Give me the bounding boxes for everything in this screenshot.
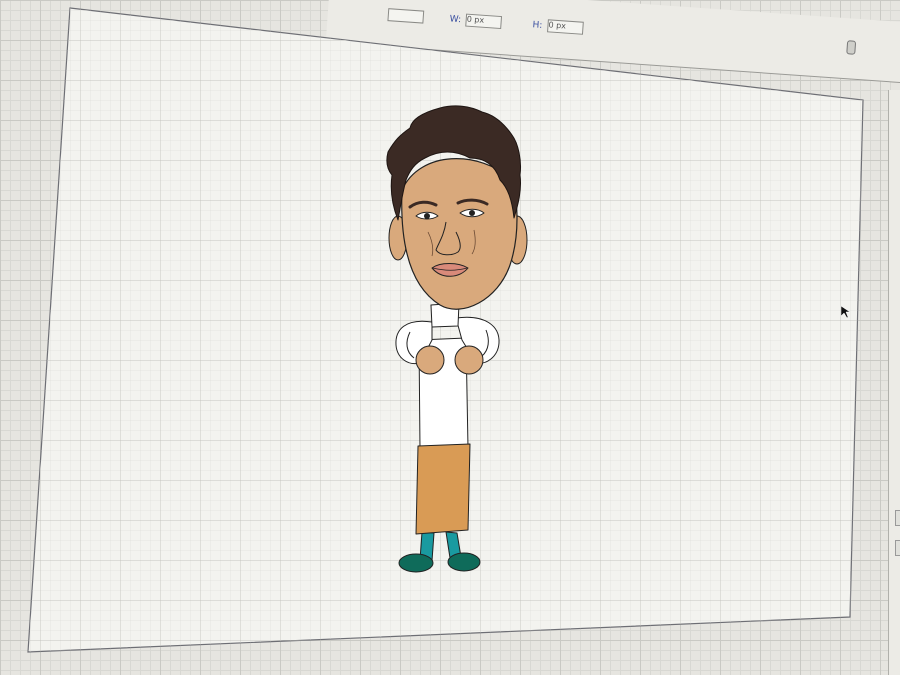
artboard-layer xyxy=(27,7,864,653)
skirt xyxy=(415,443,471,535)
artboard-grid xyxy=(28,8,863,652)
right-hand xyxy=(454,345,484,375)
left-hand xyxy=(415,345,445,375)
left-shoe xyxy=(398,553,434,573)
right-shoe xyxy=(447,552,481,572)
design-canvas[interactable]: W: 0 px H: 0 px xyxy=(0,0,900,675)
